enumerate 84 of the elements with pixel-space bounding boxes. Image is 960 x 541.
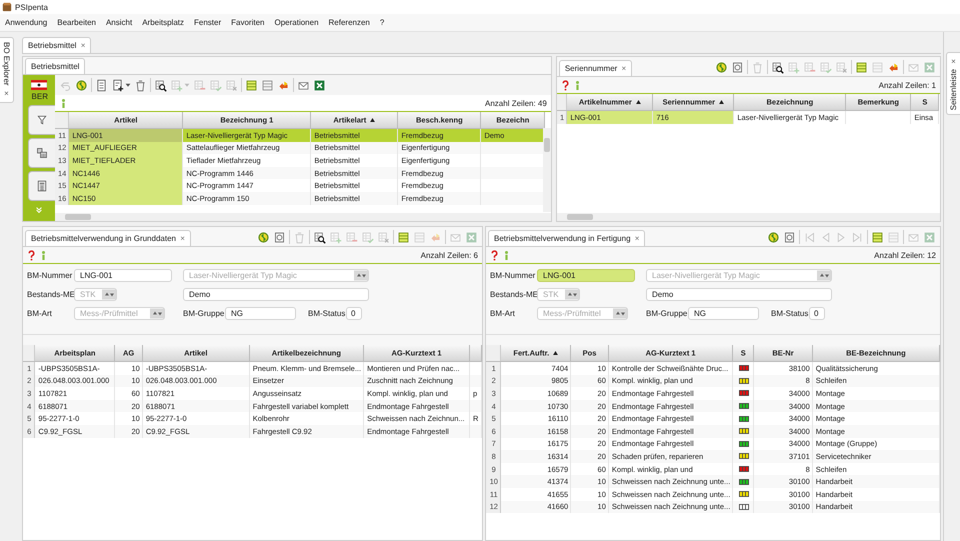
text-field[interactable]: LNG-001 <box>537 269 635 282</box>
dropdown-caret-icon[interactable] <box>125 82 131 88</box>
field-label: Bestands-ME <box>490 290 537 299</box>
table-search-icon[interactable] <box>313 230 326 244</box>
document-icon[interactable] <box>95 78 108 92</box>
app-icon <box>2 2 12 12</box>
text-field[interactable]: 0 <box>809 307 825 320</box>
table-layout-icon[interactable] <box>855 60 868 74</box>
menu-item[interactable]: Fenster <box>189 18 226 27</box>
row-count: Anzahl Zeilen: 1 <box>878 80 936 90</box>
text-field[interactable]: Demo <box>183 288 369 301</box>
field-label: BM-Nummer <box>490 271 536 280</box>
table-layout-icon[interactable] <box>397 230 410 244</box>
safe-icon[interactable] <box>731 60 744 74</box>
refresh-icon[interactable] <box>257 230 270 244</box>
close-button[interactable]: × <box>4 88 9 98</box>
text-field[interactable]: NG <box>225 307 296 320</box>
close-button[interactable]: × <box>634 234 640 243</box>
close-button[interactable]: × <box>180 234 185 243</box>
horizontal-scrollbar[interactable] <box>556 213 940 221</box>
field-label: BM-Art <box>490 309 516 318</box>
field-label: BM-Art <box>27 309 53 318</box>
row-count: Anzahl Zeilen: 12 <box>874 250 936 260</box>
menu-item[interactable]: Ansicht <box>100 18 138 27</box>
field-label: BM-Gruppe <box>183 309 225 318</box>
table-search-icon[interactable] <box>154 78 167 92</box>
menu-item[interactable]: Favoriten <box>226 18 270 27</box>
side-tab[interactable] <box>28 138 55 168</box>
refresh-icon[interactable] <box>75 78 88 92</box>
stacked-boxes-icon <box>36 147 48 159</box>
field-label: BM-Status <box>771 309 809 318</box>
table-layout-icon[interactable] <box>261 78 274 92</box>
field-label: BM-Status <box>308 309 346 318</box>
safe-icon[interactable] <box>783 230 796 244</box>
editor-tab[interactable]: Betriebsmittel × <box>22 37 92 53</box>
close-button[interactable]: × <box>951 57 956 66</box>
close-button[interactable]: × <box>80 41 86 50</box>
panel-tab[interactable]: Betriebsmittelverwendung in Grunddaten × <box>25 230 191 246</box>
row-count: Anzahl Zeilen: 49 <box>485 98 547 108</box>
menu-item[interactable]: Operationen <box>269 18 324 27</box>
panel-tab[interactable]: Seriennummer × <box>558 60 632 76</box>
text-field[interactable]: LNG-001 <box>74 269 172 282</box>
menu-item[interactable]: Bearbeiten <box>52 18 101 27</box>
help-icon[interactable] <box>490 250 499 260</box>
menu-item[interactable]: Referenzen <box>324 18 375 27</box>
table-layout-icon[interactable] <box>245 78 258 92</box>
filter-icon <box>36 114 48 126</box>
row-number-header <box>55 112 69 128</box>
menu-item[interactable]: Anwendung <box>0 18 52 27</box>
help-icon[interactable] <box>560 80 570 90</box>
info-icon[interactable] <box>502 250 511 260</box>
site-label: BER <box>32 92 48 101</box>
panel-tab[interactable]: Betriebsmittelverwendung in Fertigung × <box>488 230 646 246</box>
text-field[interactable]: 0 <box>346 307 362 320</box>
field-label: Bestands-ME <box>27 290 74 299</box>
table-layout-icon[interactable] <box>871 230 884 244</box>
window-title: PSIpenta <box>15 2 48 12</box>
help-icon[interactable] <box>27 250 36 260</box>
calculator-icon <box>36 180 48 192</box>
double-chevron-icon[interactable] <box>35 206 43 214</box>
row-count: Anzahl Zeilen: 6 <box>420 250 478 260</box>
side-panel-tab[interactable]: BO Explorer × <box>0 37 14 103</box>
refresh-icon[interactable] <box>715 60 728 74</box>
trash-icon[interactable] <box>134 78 147 92</box>
side-tab[interactable] <box>28 171 55 201</box>
panel-tab[interactable]: Betriebsmittel <box>25 58 86 74</box>
side-panel-tab[interactable]: × Seitenleiste <box>946 52 960 116</box>
flag-icon <box>31 80 47 90</box>
spreadsheet-export-icon[interactable] <box>313 78 326 92</box>
menu-item[interactable]: ? <box>374 18 390 27</box>
horizontal-scrollbar[interactable] <box>55 213 551 221</box>
menu-item[interactable]: Arbeitsplatz <box>137 18 189 27</box>
info-icon[interactable] <box>39 250 48 260</box>
field-label: BM-Gruppe <box>646 309 688 318</box>
info-icon[interactable] <box>59 98 68 108</box>
refresh-icon[interactable] <box>767 230 780 244</box>
new-document-icon[interactable] <box>111 78 124 92</box>
vertical-scrollbar[interactable] <box>542 128 551 212</box>
table-search-icon[interactable] <box>771 60 784 74</box>
close-button[interactable]: × <box>622 64 626 73</box>
text-field[interactable]: Demo <box>646 288 832 301</box>
text-field[interactable]: NG <box>688 307 759 320</box>
safe-icon[interactable] <box>273 230 286 244</box>
field-label: BM-Nummer <box>27 271 74 280</box>
